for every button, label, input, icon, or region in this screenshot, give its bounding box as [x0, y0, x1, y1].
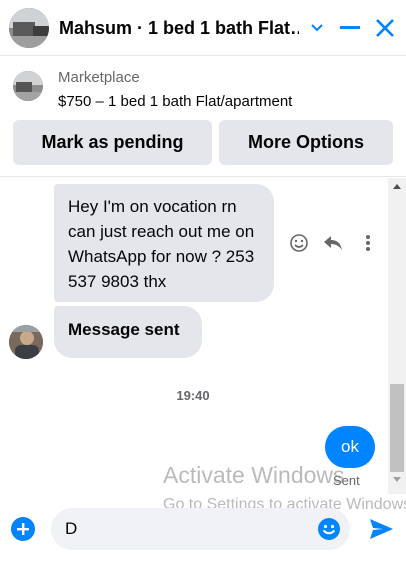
scroll-down-arrow-icon[interactable] — [388, 476, 406, 490]
listing-thumbnail[interactable] — [13, 71, 43, 101]
minimize-icon[interactable] — [336, 14, 364, 42]
message-list[interactable]: Hey I'm on vocation rn can just reach ou… — [0, 178, 406, 494]
chat-header: Mahsum · 1 bed 1 bath Flat… — [0, 0, 406, 56]
marketplace-card: Marketplace $750 – 1 bed 1 bath Flat/apa… — [0, 57, 406, 177]
scrollbar-thumb[interactable] — [390, 384, 404, 472]
listing-title[interactable]: $750 – 1 bed 1 bath Flat/apartment — [58, 93, 292, 110]
message-timestamp: 19:40 — [176, 388, 210, 403]
marketplace-label: Marketplace — [58, 69, 140, 86]
incoming-message[interactable]: Hey I'm on vocation rn can just reach ou… — [54, 184, 274, 302]
send-icon[interactable] — [368, 517, 394, 541]
mark-as-pending-button[interactable]: Mark as pending — [13, 120, 212, 165]
plus-icon[interactable] — [11, 517, 35, 541]
reply-icon[interactable] — [320, 230, 346, 256]
sender-avatar[interactable] — [9, 325, 43, 359]
message-composer: D — [0, 500, 406, 563]
more-icon[interactable] — [355, 230, 381, 256]
message-scrollbar[interactable] — [388, 178, 406, 494]
chevron-down-icon[interactable] — [303, 14, 331, 42]
emoji-icon[interactable] — [317, 517, 341, 541]
react-icon[interactable] — [286, 230, 312, 256]
scroll-up-arrow-icon[interactable] — [388, 182, 406, 196]
more-options-button[interactable]: More Options — [219, 120, 393, 165]
activation-watermark-title: Activate Windows — [163, 462, 345, 488]
message-input[interactable]: D — [51, 508, 350, 550]
close-icon[interactable] — [371, 14, 399, 42]
contact-avatar[interactable] — [9, 8, 49, 48]
conversation-title[interactable]: Mahsum · 1 bed 1 bath Flat… — [59, 18, 299, 39]
incoming-message[interactable]: Message sent — [54, 306, 202, 358]
